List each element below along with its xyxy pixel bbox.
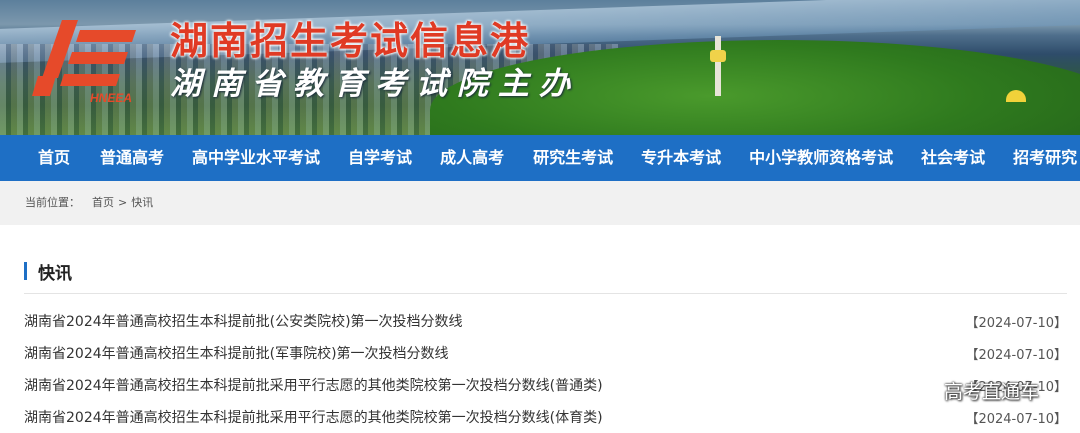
header-banner: HNEEA 湖南招生考试信息港 湖南省教育考试院主办: [0, 0, 1080, 135]
news-item[interactable]: 湖南省2024年普通高校招生本科提前批采用平行志愿的其他类院校第一次投档分数线(…: [24, 401, 1067, 433]
nav-item-chengkao[interactable]: 成人高考: [440, 135, 504, 181]
news-item-title[interactable]: 湖南省2024年普通高校招生本科提前批(公安类院校)第一次投档分数线: [24, 311, 463, 331]
news-item[interactable]: 湖南省2024年普通高校招生本科提前批采用平行志愿的其他类院校第一次投档分数线(…: [24, 369, 1067, 401]
main-nav: 首页 普通高考 高中学业水平考试 自学考试 成人高考 研究生考试 专升本考试 中…: [0, 135, 1080, 181]
section-accent-bar: [24, 262, 27, 280]
nav-item-yanjiu[interactable]: 招考研究: [1013, 135, 1077, 181]
breadcrumb: 当前位置： 首页 > 快讯: [25, 181, 157, 225]
site-title: 湖南招生考试信息港: [170, 19, 531, 63]
news-item-title[interactable]: 湖南省2024年普通高校招生本科提前批采用平行志愿的其他类院校第一次投档分数线(…: [24, 407, 603, 427]
breadcrumb-separator: >: [118, 196, 128, 209]
banner-tv-tower-top: [710, 50, 726, 62]
nav-item-xueye[interactable]: 高中学业水平考试: [192, 135, 320, 181]
news-item[interactable]: 湖南省2024年普通高校招生本科提前批(公安类院校)第一次投档分数线 【2024…: [24, 305, 1067, 337]
section-header: 快讯: [24, 257, 72, 285]
news-item-title[interactable]: 湖南省2024年普通高校招生本科提前批(军事院校)第一次投档分数线: [24, 343, 449, 363]
breadcrumb-bar: 当前位置： 首页 > 快讯: [0, 181, 1080, 225]
news-item-title[interactable]: 湖南省2024年普通高校招生本科提前批采用平行志愿的其他类院校第一次投档分数线(…: [24, 375, 603, 395]
news-item-date: 【2024-07-10】: [965, 411, 1067, 427]
news-item[interactable]: 湖南省2024年普通高校招生本科提前批(军事院校)第一次投档分数线 【2024-…: [24, 337, 1067, 369]
news-item-date: 【2024-07-10】: [965, 315, 1067, 331]
breadcrumb-label: 当前位置：: [25, 196, 80, 209]
nav-item-zikao[interactable]: 自学考试: [348, 135, 412, 181]
news-item-date: 【2024-07-10】: [965, 347, 1067, 363]
nav-item-yanjiusheng[interactable]: 研究生考试: [533, 135, 613, 181]
nav-item-gaokao[interactable]: 普通高考: [100, 135, 164, 181]
nav-item-home[interactable]: 首页: [38, 135, 70, 181]
nav-item-jiaozi[interactable]: 中小学教师资格考试: [749, 135, 893, 181]
nav-item-shehui[interactable]: 社会考试: [921, 135, 985, 181]
banner-tv-tower: [715, 36, 721, 96]
breadcrumb-current: 快讯: [131, 196, 154, 209]
site-subtitle: 湖南省教育考试院主办: [170, 66, 580, 102]
site-logo[interactable]: HNEEA: [32, 16, 142, 106]
breadcrumb-home-link[interactable]: 首页: [92, 196, 114, 209]
news-list: 湖南省2024年普通高校招生本科提前批(公安类院校)第一次投档分数线 【2024…: [24, 305, 1067, 433]
watermark: 高考直通车: [944, 381, 1040, 403]
section-divider: [24, 293, 1067, 294]
section-title: 快讯: [38, 263, 72, 284]
logo-mark-text: HNEEA: [90, 91, 132, 105]
nav-item-zhuanshengben[interactable]: 专升本考试: [641, 135, 721, 181]
